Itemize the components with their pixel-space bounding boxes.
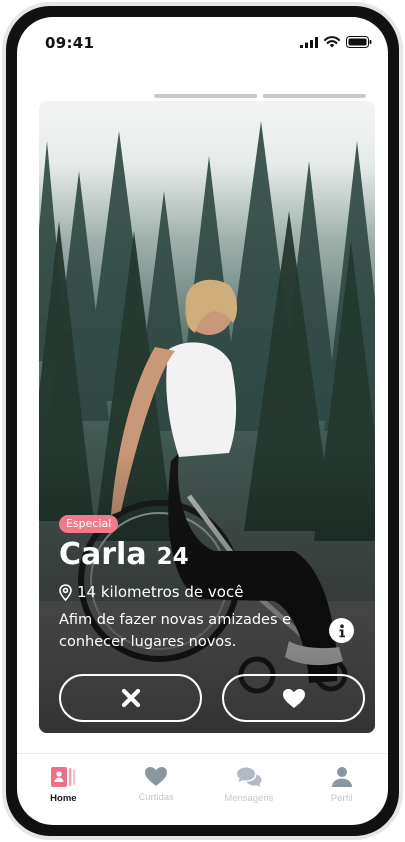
phone-bezel: 09:41 Especial Carla 24 14 kilometros de… (6, 6, 399, 836)
info-icon (339, 623, 345, 637)
tab-label: Perfil (330, 793, 353, 804)
tab-perfil[interactable]: Perfil (295, 754, 388, 825)
status-icons (300, 36, 372, 48)
progress-segment (154, 94, 257, 98)
tab-mensagens[interactable]: Mensagens (203, 754, 296, 825)
name-row: Carla 24 (59, 537, 189, 572)
tab-label: Curtidas (138, 792, 174, 803)
tab-label: Mensagens (224, 793, 274, 804)
close-icon (121, 688, 140, 708)
dislike-button[interactable] (59, 674, 202, 722)
distance-text: 14 kilometros de você (77, 583, 244, 601)
location-pin-icon (59, 583, 72, 601)
status-bar: 09:41 (17, 17, 388, 67)
special-badge: Especial (59, 515, 119, 533)
info-button[interactable] (329, 618, 354, 643)
bottom-tab-bar: Home Curtidas Mensagens Perfil (17, 753, 388, 825)
screen: 09:41 Especial Carla 24 14 kilometros de… (17, 17, 388, 825)
profile-card[interactable]: Especial Carla 24 14 kilometros de você … (39, 101, 375, 733)
story-progress (154, 94, 366, 98)
tab-home[interactable]: Home (17, 754, 110, 825)
profile-name: Carla (59, 537, 147, 572)
signal-icon (300, 36, 318, 48)
profile-age: 24 (156, 544, 189, 570)
distance-row: 14 kilometros de você (59, 583, 243, 601)
phone-frame: 09:41 Especial Carla 24 14 kilometros de… (2, 2, 403, 840)
heart-icon (145, 767, 168, 786)
person-icon (331, 767, 352, 787)
like-button[interactable] (222, 674, 365, 722)
home-cards-icon (51, 767, 76, 787)
battery-icon (346, 36, 372, 48)
tab-label: Home (50, 793, 77, 804)
profile-bio: Afim de fazer novas amizades e conhecer … (59, 612, 292, 650)
heart-icon (282, 688, 305, 708)
wifi-icon (324, 36, 340, 48)
status-time: 09:41 (45, 34, 95, 52)
chat-bubbles-icon (236, 767, 262, 787)
progress-segment (263, 94, 366, 98)
tab-curtidas[interactable]: Curtidas (110, 754, 203, 825)
